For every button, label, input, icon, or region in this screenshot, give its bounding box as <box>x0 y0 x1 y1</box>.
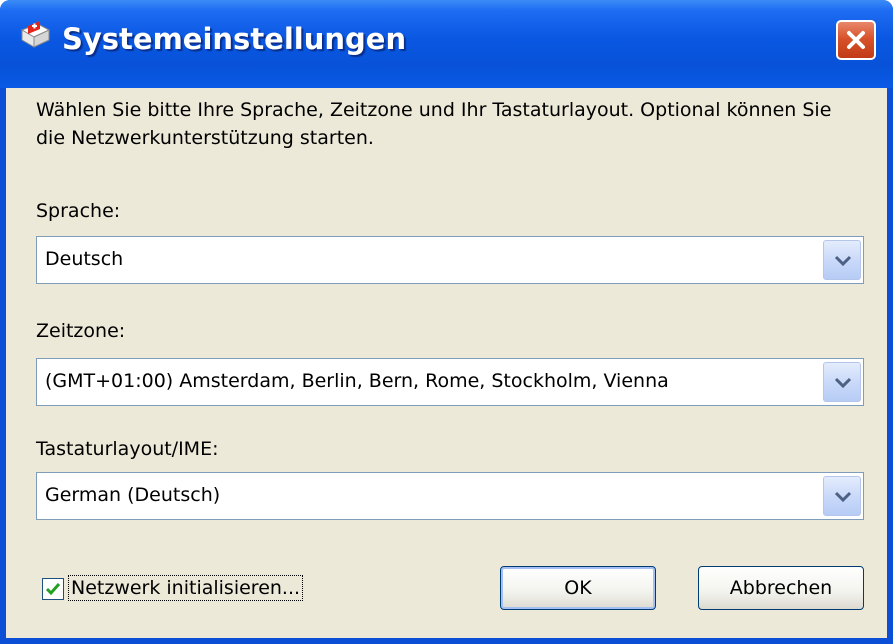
timezone-select[interactable]: (GMT+01:00) Amsterdam, Berlin, Bern, Rom… <box>36 358 864 406</box>
chevron-down-icon <box>834 377 852 389</box>
network-checkbox[interactable] <box>42 578 64 600</box>
keyboard-select[interactable]: German (Deutsch) <box>36 472 864 520</box>
timezone-label: Zeitzone: <box>36 320 126 342</box>
timezone-select-value: (GMT+01:00) Amsterdam, Berlin, Bern, Rom… <box>45 370 669 392</box>
timezone-dropdown-button[interactable] <box>823 362 861 402</box>
close-button[interactable] <box>836 20 876 60</box>
language-select[interactable]: Deutsch <box>36 236 864 284</box>
network-checkbox-label[interactable]: Netzwerk initialisieren... <box>68 575 304 601</box>
ok-button[interactable]: OK <box>500 566 656 610</box>
cancel-button[interactable]: Abbrechen <box>698 566 864 610</box>
window-title: Systemeinstellungen <box>62 22 407 56</box>
keyboard-dropdown-button[interactable] <box>823 476 861 516</box>
chevron-down-icon <box>834 255 852 267</box>
dialog-body: Wählen Sie bitte Ihre Sprache, Zeitzone … <box>6 88 887 638</box>
language-dropdown-button[interactable] <box>823 240 861 280</box>
checkmark-icon <box>45 583 61 596</box>
keyboard-label: Tastaturlayout/IME: <box>36 438 219 460</box>
settings-dialog: Systemeinstellungen Wählen Sie bitte Ihr… <box>0 0 893 644</box>
close-icon <box>847 31 865 49</box>
keyboard-select-value: German (Deutsch) <box>45 484 221 506</box>
language-label: Sprache: <box>36 200 121 222</box>
flag-settings-icon <box>20 21 51 48</box>
intro-text: Wählen Sie bitte Ihre Sprache, Zeitzone … <box>36 99 832 149</box>
language-select-value: Deutsch <box>45 248 124 270</box>
chevron-down-icon <box>834 491 852 503</box>
title-bar[interactable]: Systemeinstellungen <box>0 0 893 88</box>
